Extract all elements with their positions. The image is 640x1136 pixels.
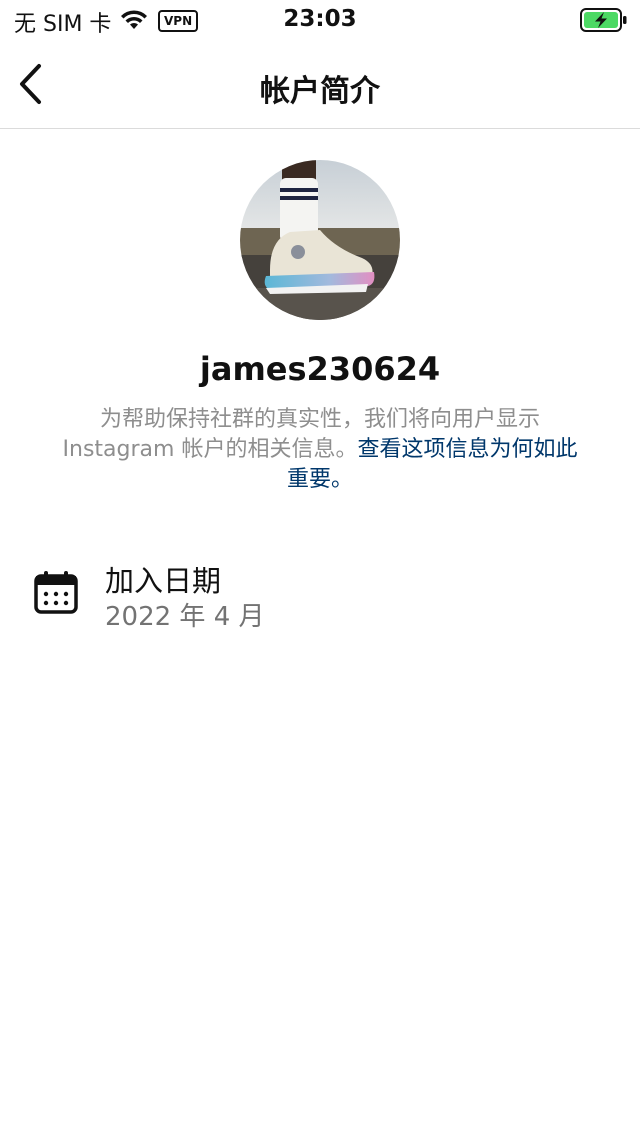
nav-bar: 帐户简介 xyxy=(0,42,640,129)
joined-date-label: 加入日期 xyxy=(105,564,222,598)
page: 无 SIM 卡 VPN 23:03 帐户简介 james230624 为帮助保持… xyxy=(0,0,640,1136)
status-time: 23:03 xyxy=(283,6,357,32)
calendar-icon xyxy=(34,571,78,614)
joined-date-row: 加入日期 2022 年 4 月 xyxy=(30,556,610,636)
status-bar: 无 SIM 卡 VPN 23:03 xyxy=(0,0,640,42)
joined-date-value: 2022 年 4 月 xyxy=(105,602,265,632)
avatar xyxy=(240,160,400,320)
page-title: 帐户简介 xyxy=(260,74,380,109)
account-info-text: 为帮助保持社群的真实性，我们将向用户显示 Instagram 帐户的相关信息。查… xyxy=(60,405,580,495)
username: james230624 xyxy=(199,350,441,388)
battery-charging-icon xyxy=(580,8,627,32)
avatar-image xyxy=(240,160,400,320)
